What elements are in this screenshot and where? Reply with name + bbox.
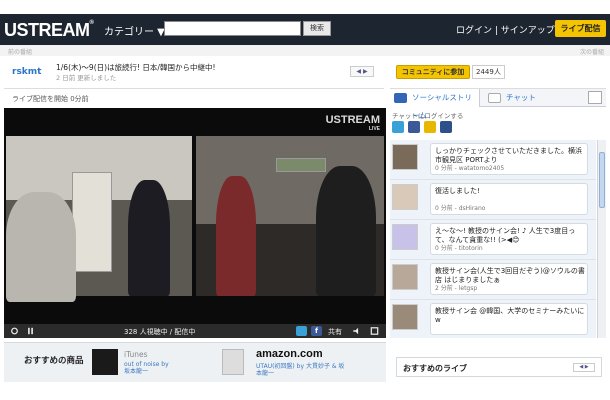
avatar[interactable] <box>392 224 418 250</box>
ustream-page: USTREAM® カテゴリー ▼ 検索 ログイン | サインアップ ライブ配信 … <box>0 0 610 400</box>
video-frame-right <box>196 136 384 296</box>
avatar[interactable] <box>392 144 418 170</box>
feed-item: しっかりチェックさせていただきました。横浜市観見区 PORTより 0 分前 - … <box>390 140 596 180</box>
feed-item: え〜な〜! 教授のサイン会! ♪ 人生で3度目って、なんて貪重な!! (>◀😊 … <box>390 220 596 260</box>
ustream-logo[interactable]: USTREAM® <box>4 20 94 41</box>
album-thumbnail[interactable] <box>92 349 118 375</box>
next-program-link[interactable]: 次の番組 <box>580 47 604 56</box>
chat-login-link[interactable]: チャットにログインする <box>392 110 463 120</box>
feed-user-link[interactable]: letgsp <box>459 285 477 292</box>
live-broadcast-button[interactable]: ライブ配信 <box>555 20 606 37</box>
community-bar: コミュニティに参加 2449人 <box>390 57 606 89</box>
person-silhouette <box>6 192 76 302</box>
twitter-icon[interactable] <box>392 121 404 133</box>
recommended-live-arrows[interactable]: ◀ ▶ <box>573 363 595 372</box>
video-player[interactable]: USTREAM LIVE <box>4 108 386 324</box>
mixi-icon[interactable] <box>424 121 436 133</box>
stream-started-status: ライブ配信を開始 0分前 <box>12 95 89 103</box>
feed-item: 教授サイン会(人生で3回目だぞう)@ソウルの書店 はじまりましたぁ 2 分前 -… <box>390 260 596 300</box>
fullscreen-icon[interactable] <box>370 327 379 335</box>
avatar[interactable] <box>392 304 418 330</box>
ustream-watermark: USTREAM LIVE <box>325 114 380 132</box>
feed-message: 復活しました! <box>435 187 480 195</box>
channel-updated: 2 日前 更新しました <box>56 74 117 82</box>
program-nav-bar: 前の番組 次の番組 <box>0 45 610 56</box>
feed-user-link[interactable]: dsHirano <box>459 205 486 212</box>
itunes-store-label: iTunes <box>124 350 148 359</box>
person-silhouette <box>216 176 256 296</box>
tab-social-stream[interactable]: ソーシャルストリーム <box>390 89 480 120</box>
myspace-icon[interactable] <box>440 121 452 133</box>
social-feed: しっかりチェックさせていただきました。横浜市観見区 PORTより 0 分前 - … <box>390 140 596 338</box>
feed-bubble: 教授サイン会 @韓国、大学のセミナーみたいに w <box>430 303 588 335</box>
feed-bubble: 復活しました! 0 分前 - dsHirano <box>430 183 588 215</box>
search-input[interactable] <box>164 21 301 36</box>
social-stream-icon <box>394 93 407 103</box>
pause-icon[interactable] <box>26 327 35 335</box>
channel-header: rskmt 1/6(木)〜9(日)は旅続行! 日本/韓国から中継中! 2 日前 … <box>4 57 384 89</box>
facebook-share-icon[interactable]: f <box>311 326 322 336</box>
feed-bubble: え〜な〜! 教授のサイン会! ♪ 人生で3度目って、なんて貪重な!! (>◀😊 … <box>430 223 588 255</box>
scrollbar-thumb[interactable] <box>599 152 605 208</box>
channel-nav-arrows[interactable]: ◀ ▶ <box>350 66 374 77</box>
feed-meta: 0 分前 - titotorin <box>435 245 483 252</box>
join-community-button[interactable]: コミュニティに参加 <box>396 65 470 79</box>
twitter-share-icon[interactable] <box>296 326 307 336</box>
cd-thumbnail[interactable] <box>222 349 244 375</box>
feed-meta: 0 分前 - watatomo2405 <box>435 165 505 172</box>
viewer-count: 328 人視聴中 / 配信中 <box>124 328 196 336</box>
popout-icon[interactable] <box>588 91 602 104</box>
person-silhouette <box>128 180 170 296</box>
prev-program-link[interactable]: 前の番組 <box>8 47 32 56</box>
avatar[interactable] <box>392 184 418 210</box>
avatar[interactable] <box>392 264 418 290</box>
feed-scrollbar[interactable] <box>597 140 606 338</box>
feed-user-link[interactable]: watatomo2405 <box>459 165 504 172</box>
volume-icon[interactable] <box>352 327 361 335</box>
poster-sign <box>72 172 112 272</box>
store-sign <box>276 158 326 172</box>
refresh-icon[interactable] <box>10 327 19 335</box>
feed-meta: 0 分前 - dsHirano <box>435 205 486 212</box>
itunes-product-link[interactable]: out of noise by 坂本龍一 <box>124 361 169 375</box>
chat-icon <box>488 93 501 103</box>
amazon-store-label: amazon.com <box>256 348 323 360</box>
login-signup-links[interactable]: ログイン | サインアップ <box>456 23 555 36</box>
search-button[interactable]: 検索 <box>303 21 331 36</box>
amazon-product-link[interactable]: UTAU(初回盤) by 大貫妙子 & 坂本龍一 <box>256 363 344 377</box>
recommended-products: おすすめの商品 iTunes out of noise by 坂本龍一 amazo… <box>4 342 386 382</box>
feed-user-link[interactable]: titotorin <box>459 245 483 252</box>
facebook-icon[interactable] <box>408 121 420 133</box>
video-frame-left <box>6 136 192 302</box>
feed-item: 教授サイン会 @韓国、大学のセミナーみたいに w <box>390 300 596 338</box>
recommended-live: おすすめのライブ ◀ ▶ <box>396 357 602 377</box>
feed-bubble: 教授サイン会(人生で3回目だぞう)@ソウルの書店 はじまりましたぁ 2 分前 -… <box>430 263 588 295</box>
person-silhouette <box>316 166 376 296</box>
category-dropdown[interactable]: カテゴリー ▼ <box>104 23 165 38</box>
feed-meta: 2 分前 - letgsp <box>435 285 478 292</box>
top-header: USTREAM® カテゴリー ▼ 検索 ログイン | サインアップ ライブ配信 <box>0 14 610 45</box>
recommended-live-title: おすすめのライブ <box>403 364 467 373</box>
video-controls: 328 人視聴中 / 配信中 f 共有 <box>4 324 386 338</box>
stream-tabs: ソーシャルストリーム チャット <box>390 89 606 120</box>
community-member-count: 2449人 <box>472 65 505 79</box>
tab-chat[interactable]: チャット <box>488 89 536 107</box>
recommended-products-title: おすすめの商品 <box>24 356 84 366</box>
feed-bubble: しっかりチェックさせていただきました。横浜市観見区 PORTより 0 分前 - … <box>430 143 588 175</box>
share-button[interactable]: 共有 <box>328 327 342 337</box>
feed-item: 復活しました! 0 分前 - dsHirano <box>390 180 596 220</box>
feed-message: 教授サイン会 @韓国、大学のセミナーみたいに w <box>435 307 585 324</box>
channel-name-link[interactable]: rskmt <box>12 67 41 77</box>
